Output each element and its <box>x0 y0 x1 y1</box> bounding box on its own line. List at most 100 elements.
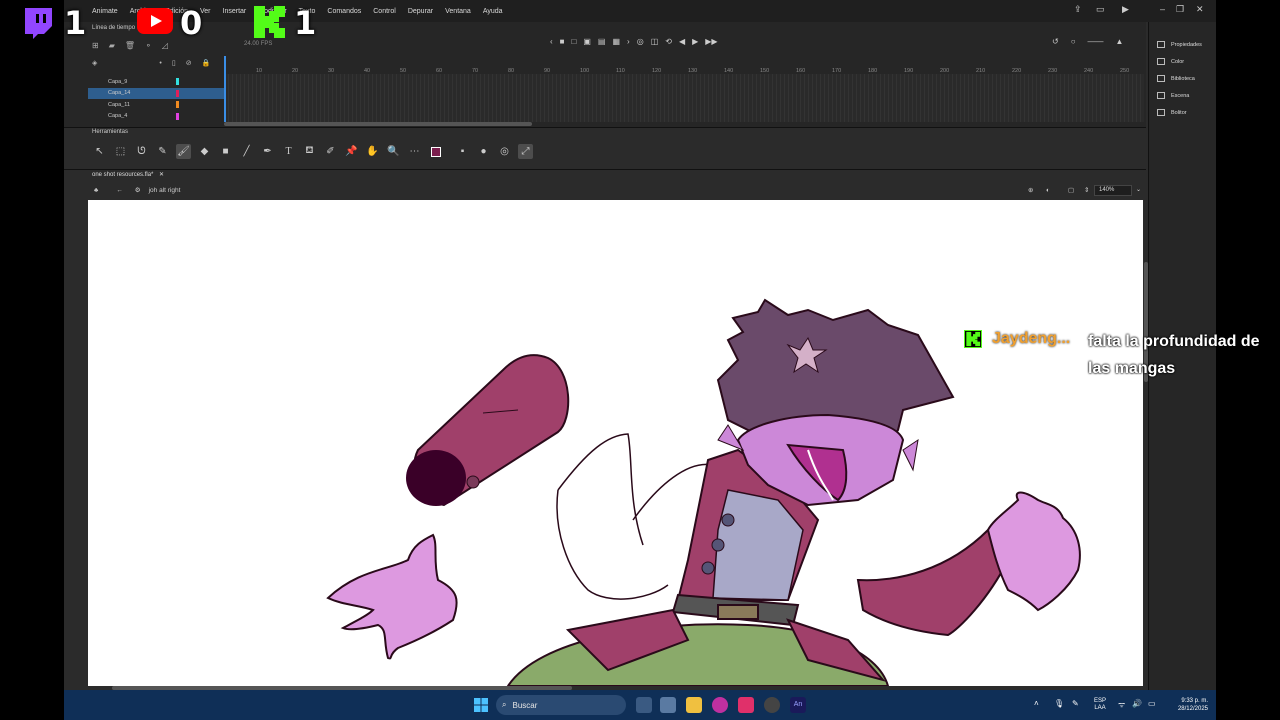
animate-app-icon[interactable]: An <box>790 697 806 713</box>
layer-color-swatch[interactable] <box>176 112 179 120</box>
menu-control[interactable]: Control <box>367 8 402 15</box>
camera-icon[interactable]: ◿ <box>162 41 168 50</box>
edit-multiple-icon[interactable]: ◫ <box>651 37 659 46</box>
share-icon[interactable]: ⇪ <box>1074 4 1082 15</box>
layer-color-swatch[interactable] <box>176 89 179 97</box>
rectangle-tool-icon[interactable]: ■ <box>218 144 233 159</box>
parent-view-icon[interactable]: ⚬ <box>145 41 152 50</box>
menu-insertar[interactable]: Insertar <box>217 8 253 15</box>
tiktok-icon[interactable] <box>738 697 754 713</box>
panel-escena[interactable]: Escena <box>1149 87 1216 104</box>
volume-icon[interactable]: 🔊 <box>1132 699 1142 708</box>
panel-bolitor[interactable]: Bolitor <box>1149 104 1216 121</box>
scene-icon[interactable]: ♣ <box>94 187 98 194</box>
delete-layer-icon[interactable]: 🗑 <box>125 41 135 50</box>
layer-color-swatch[interactable] <box>176 78 179 85</box>
microphone-icon[interactable]: 🎙 <box>1054 699 1064 708</box>
undo-icon[interactable]: ↺ <box>1052 37 1059 46</box>
line-tool-icon[interactable]: ╱ <box>239 144 254 159</box>
battery-icon[interactable]: ▭ <box>1148 699 1156 708</box>
document-tab[interactable]: one shot resources.fla* ✕ <box>92 171 164 178</box>
zoom-select[interactable]: 140% ⌄ <box>1094 185 1141 196</box>
menu-comandos[interactable]: Comandos <box>321 8 367 15</box>
fps-readout[interactable]: 24.00 FPS <box>244 41 272 47</box>
center-frame-icon[interactable]: ○ <box>1071 37 1076 46</box>
stage-canvas[interactable] <box>88 200 1143 686</box>
panel-biblioteca[interactable]: Biblioteca <box>1149 70 1216 87</box>
back-arrow-icon[interactable]: ← <box>116 187 123 194</box>
step-back-icon[interactable]: ◀ <box>679 37 685 46</box>
tray-chevron-icon[interactable]: ˄ <box>1034 699 1039 708</box>
color-swatches-icon[interactable] <box>428 144 443 159</box>
frame-size-slider-icon[interactable]: —— <box>1088 37 1104 46</box>
panel-propiedades[interactable]: Propiedades <box>1149 36 1216 53</box>
pen-tray-icon[interactable]: ✎ <box>1072 699 1079 708</box>
close-tab-icon[interactable]: ✕ <box>159 172 164 178</box>
workspace-icon[interactable]: ▭ <box>1096 4 1105 15</box>
frame-ruler[interactable]: 10 20 30 40 50 60 70 80 90 100 110 120 130 140 150 160 1… <box>224 60 1146 74</box>
menu-ventana[interactable]: Ventana <box>439 8 477 15</box>
layer-color-swatch[interactable] <box>176 101 179 108</box>
more-tools-icon[interactable]: ⋯ <box>407 144 422 159</box>
symbol-breadcrumb[interactable]: joh alt right <box>149 187 181 194</box>
taskbar-clock[interactable]: 9:33 p. m. 28/12/2025 <box>1162 697 1208 713</box>
insert-blank-keyframe-icon[interactable]: □ <box>572 37 577 46</box>
layer-row[interactable]: Capa_9 <box>88 76 224 88</box>
visibility-icon[interactable]: ⊘ <box>186 59 192 67</box>
pin-tool-icon[interactable]: 📌 <box>344 144 359 159</box>
smoothing-icon[interactable]: ⤢ <box>518 144 533 159</box>
edit-scene-icon[interactable]: ▢ <box>1068 186 1074 194</box>
file-explorer-icon[interactable] <box>686 697 702 713</box>
brush-tool-icon[interactable]: 🖌 <box>176 144 191 159</box>
play-icon[interactable]: ▶ <box>692 37 698 46</box>
minimize-icon[interactable]: – <box>1160 4 1165 14</box>
panel-color[interactable]: Color <box>1149 53 1216 70</box>
loop-icon[interactable]: ⟲ <box>665 37 672 46</box>
tween-options-icon[interactable]: ▦ <box>612 37 620 46</box>
paint-brush-tool-icon[interactable]: ✎ <box>155 144 170 159</box>
text-tool-icon[interactable]: T <box>281 144 296 159</box>
layer-row[interactable]: Capa_11 <box>88 99 224 111</box>
mountain-icon[interactable]: ▲ <box>1116 37 1124 46</box>
insert-keyframe-icon[interactable]: ■ <box>560 37 565 46</box>
prev-keyframe-icon[interactable]: ‹ <box>550 37 553 46</box>
frame-grid[interactable] <box>224 74 1144 122</box>
opera-icon[interactable] <box>712 697 728 713</box>
stroke-color-swatch[interactable] <box>430 146 441 157</box>
hand-tool-icon[interactable]: ✋ <box>365 144 380 159</box>
close-icon[interactable]: ✕ <box>1196 4 1204 15</box>
zoom-stepper-icon[interactable]: ⇕ <box>1084 186 1089 194</box>
new-layer-icon[interactable]: ⊞ <box>92 41 99 50</box>
lock-icon[interactable]: 🔒 <box>202 59 211 67</box>
test-movie-icon[interactable]: ▶ <box>1122 4 1129 15</box>
playhead[interactable] <box>224 56 226 122</box>
brush-mode-icon[interactable]: ◎ <box>497 144 512 159</box>
pen-tool-icon[interactable]: ✒ <box>260 144 275 159</box>
new-folder-icon[interactable]: ▰ <box>109 41 115 50</box>
zoom-tool-icon[interactable]: 🔍 <box>386 144 401 159</box>
clip-icon[interactable]: ◐ <box>1046 187 1050 194</box>
language-indicator[interactable]: ESP LAA <box>1094 698 1106 712</box>
windows-start-icon[interactable] <box>474 698 488 712</box>
paint-bucket-tool-icon[interactable]: ⛾ <box>302 144 317 159</box>
wifi-icon[interactable]: ᯤ <box>1118 699 1125 710</box>
task-view-icon[interactable] <box>636 697 652 713</box>
obs-icon[interactable] <box>764 697 780 713</box>
store-icon[interactable] <box>660 697 676 713</box>
next-keyframe-icon[interactable]: › <box>627 37 630 46</box>
center-stage-icon[interactable]: ⊕ <box>1028 186 1033 194</box>
chevron-down-icon[interactable]: ⌄ <box>1136 186 1141 195</box>
free-transform-tool-icon[interactable]: ⬚ <box>113 144 128 159</box>
menu-ayuda[interactable]: Ayuda <box>477 8 509 15</box>
layer-row[interactable]: Capa_4 <box>88 111 224 123</box>
selection-tool-icon[interactable]: ↖ <box>92 144 107 159</box>
timeline-scrollbar[interactable] <box>224 122 532 126</box>
restore-icon[interactable]: ❐ <box>1176 4 1184 15</box>
onion-skin-icon[interactable]: ◎ <box>637 37 644 46</box>
lasso-tool-icon[interactable]: ᘎ <box>134 144 149 159</box>
highlight-icon[interactable]: • <box>159 60 161 67</box>
eyedropper-tool-icon[interactable]: ✐ <box>323 144 338 159</box>
snap-icon[interactable]: ● <box>476 144 491 159</box>
outline-icon[interactable]: ▯ <box>172 59 176 67</box>
object-drawing-icon[interactable]: ▪ <box>455 144 470 159</box>
